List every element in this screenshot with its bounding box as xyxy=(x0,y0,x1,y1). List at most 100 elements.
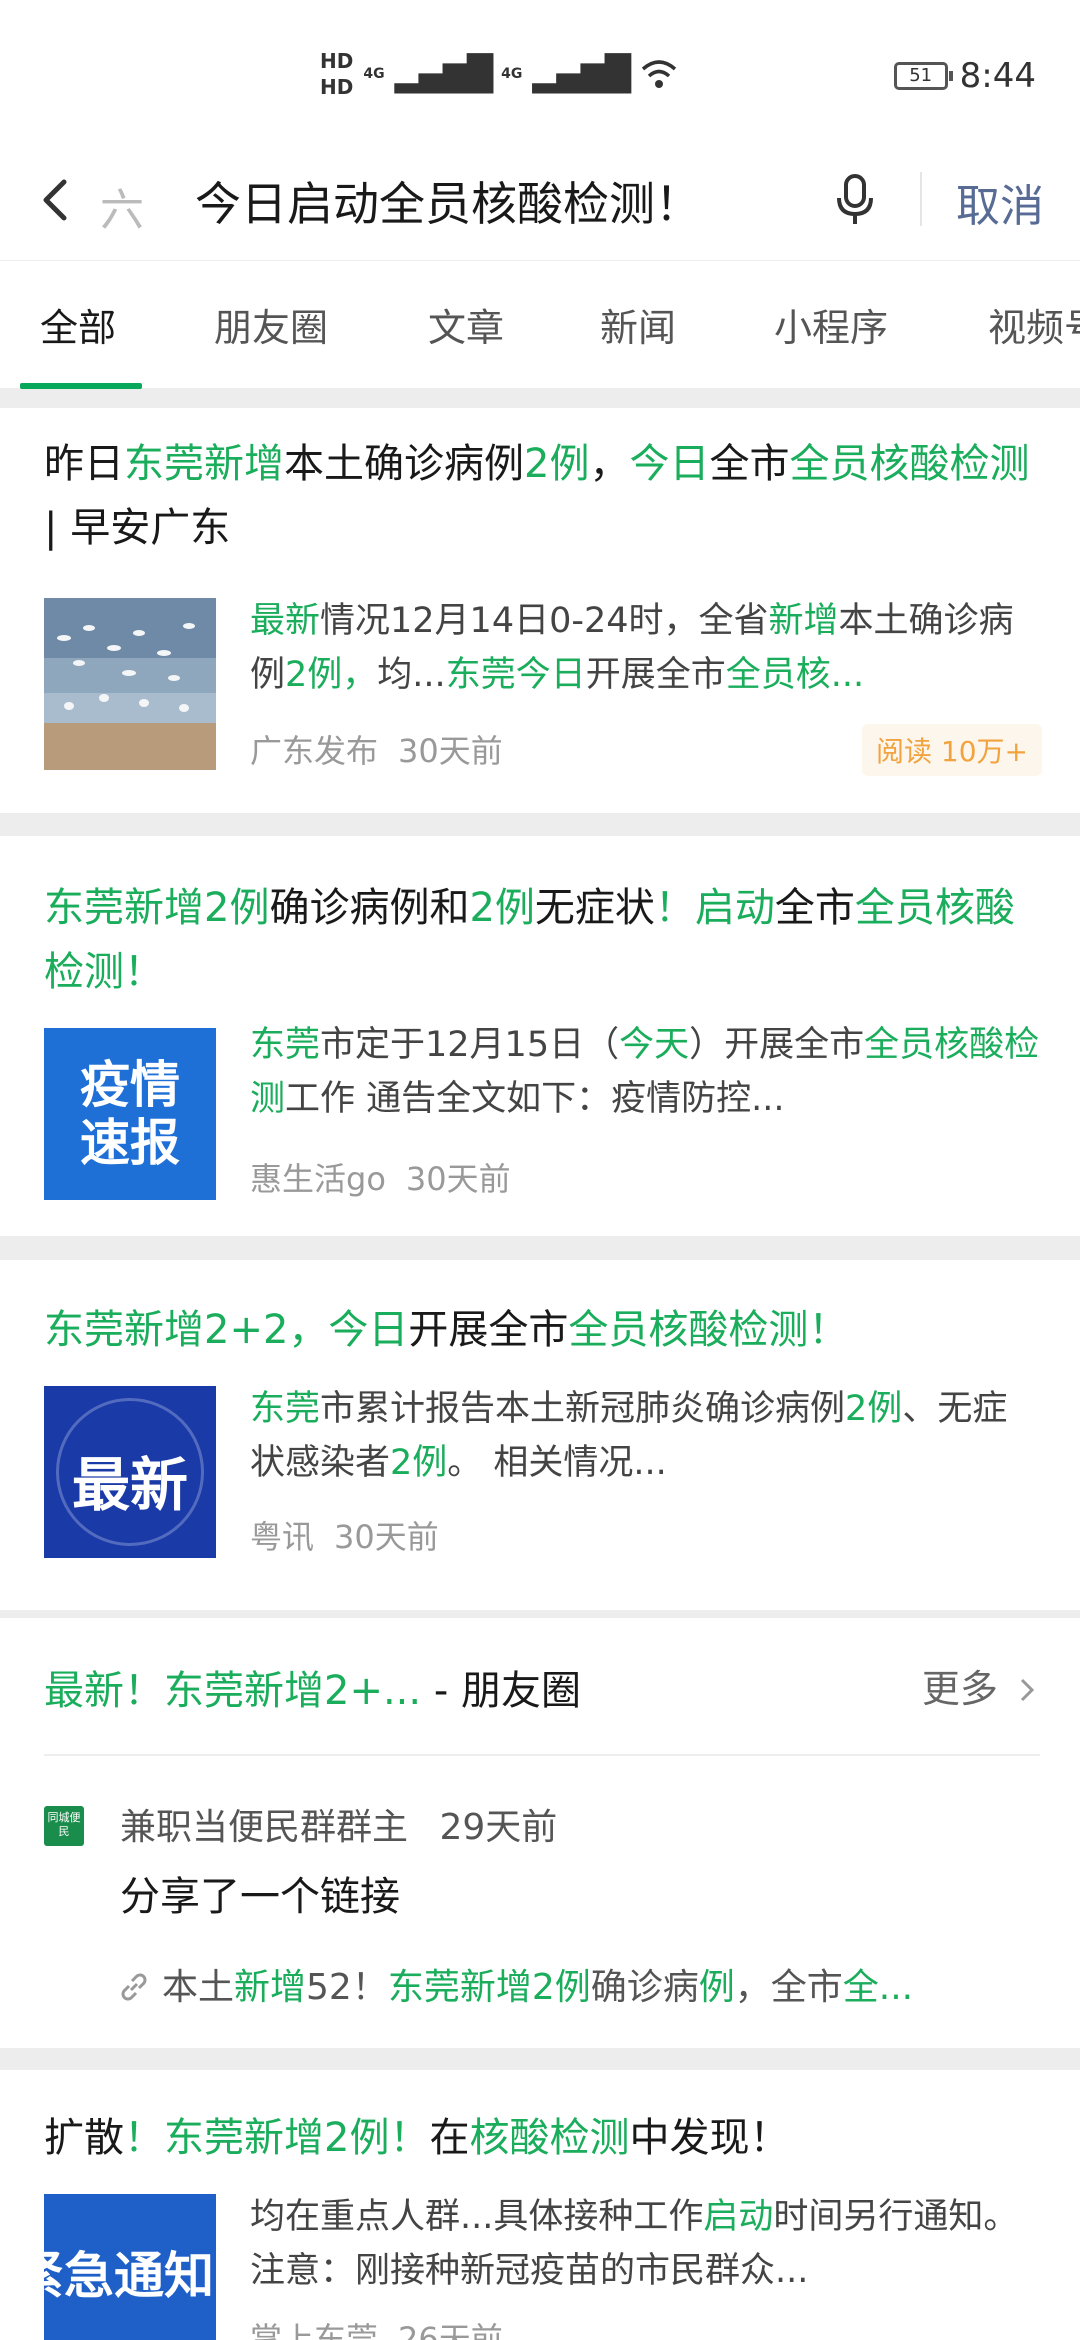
read-count-badge: 阅读 10万+ xyxy=(862,724,1042,776)
avatar[interactable]: 同城便民 xyxy=(44,1806,84,1846)
snippet-part: 情况12月14日0-24时，全省 xyxy=(320,601,769,641)
moments-header-suffix: - 朋友圈 xyxy=(421,1668,581,1714)
ai-search-icon: 六 xyxy=(100,185,144,236)
link-highlight: 全... xyxy=(842,1967,914,2008)
title-part: ， xyxy=(589,441,630,487)
link-part: ，全市 xyxy=(734,1967,843,2008)
tab-channels[interactable]: 视频号 xyxy=(988,297,1080,352)
result-thumbnail-notice: 紧急通知 xyxy=(44,2194,216,2340)
moments-action: 分享了一个链接 xyxy=(120,1874,400,1920)
cancel-button[interactable]: 取消 xyxy=(956,170,1044,234)
result-source[interactable]: 惠生活go xyxy=(250,1160,386,1198)
result-title[interactable]: 昨日东莞新增本土确诊病例2例，今日全市全员核酸检测 | 早安广东 xyxy=(44,432,1044,560)
tab-articles[interactable]: 文章 xyxy=(428,297,504,352)
snippet-part: ）开展全市 xyxy=(689,1025,865,1065)
moments-time: 29天前 xyxy=(439,1807,558,1848)
snippet-part: 工作 通告全文如下：疫情防控... xyxy=(285,1079,785,1119)
link-highlight: 东莞新增2例 xyxy=(387,1967,591,2008)
snippet-part: 开展全市 xyxy=(585,655,726,695)
hd-indicators: HD HD xyxy=(320,48,353,100)
result-meta: 粤讯 30天前 xyxy=(250,1512,439,1558)
result-meta: 掌上东莞 26天前 xyxy=(250,2314,503,2340)
wifi-icon xyxy=(641,60,677,88)
title-highlight: 核酸检测 xyxy=(469,2115,630,2161)
status-bar: HD HD 4G ▂▄▆█ 4G ▂▄▆█ 51 8:44 xyxy=(0,0,1080,150)
microphone-icon[interactable] xyxy=(830,170,880,230)
snippet-highlight: 东莞 xyxy=(250,1025,321,1065)
result-title[interactable]: 扩散！东莞新增2例！在核酸检测中发现！ xyxy=(44,2106,1044,2170)
snippet-part: 市累计报告本土新冠肺炎确诊病例 xyxy=(320,1389,846,1429)
more-label: 更多 xyxy=(921,1667,998,1711)
title-highlight: 全员核酸检测 xyxy=(789,441,1030,487)
search-result-card[interactable]: 东莞新增2例确诊病例和2例无症状！启动全市全员核酸检测！ 疫情速报 东莞市定于1… xyxy=(0,836,1080,1236)
title-highlight: ！启动 xyxy=(654,885,775,931)
title-highlight: 全员核酸检测！ xyxy=(568,1307,849,1353)
result-time: 30天前 xyxy=(405,1160,511,1198)
result-source[interactable]: 粤讯 xyxy=(250,1518,314,1556)
link-part: 52！ xyxy=(306,1967,388,2008)
snippet-highlight: 2例， xyxy=(285,655,378,695)
title-highlight: 东莞新增2+2，今日 xyxy=(44,1307,409,1353)
moments-user[interactable]: 兼职当便民群群主 29天前 xyxy=(120,1798,557,1850)
result-thumbnail-epidemic-report: 疫情速报 xyxy=(44,1028,216,1200)
divider xyxy=(920,172,922,226)
net2-label: 4G xyxy=(501,66,523,82)
search-result-card[interactable]: 东莞新增2+2，今日开展全市全员核酸检测！ 最新 东莞市累计报告本土新冠肺炎确诊… xyxy=(0,1260,1080,1610)
link-icon xyxy=(121,1973,147,2001)
snippet-highlight: 全员核... xyxy=(725,655,865,695)
search-result-card[interactable]: 昨日东莞新增本土确诊病例2例，今日全市全员核酸检测 | 早安广东 最新情况12月… xyxy=(0,408,1080,813)
snippet-highlight: 启动 xyxy=(703,2197,774,2237)
result-meta: 广东发布 30天前 xyxy=(250,726,503,772)
tab-all[interactable]: 全部 xyxy=(40,297,116,352)
title-part: | 早安广东 xyxy=(44,505,231,551)
title-part: 本土确诊病例 xyxy=(284,441,524,487)
result-source[interactable]: 广东发布 xyxy=(250,732,378,770)
result-title[interactable]: 东莞新增2+2，今日开展全市全员核酸检测！ xyxy=(44,1298,1044,1362)
link-highlight: 例 xyxy=(698,1967,735,2008)
link-part: 本土 xyxy=(162,1967,235,2008)
result-time: 30天前 xyxy=(334,1518,439,1556)
filter-tabs: 全部 朋友圈 文章 新闻 小程序 视频号 xyxy=(0,260,1080,389)
back-arrow-icon[interactable] xyxy=(30,170,80,230)
thumbnail-text: 最新 xyxy=(71,1451,188,1519)
snippet-highlight: 新增 xyxy=(768,601,839,641)
divider xyxy=(44,1754,1040,1756)
result-meta: 惠生活go 30天前 xyxy=(250,1154,511,1200)
search-input[interactable]: 今日启动全员核酸检测！ xyxy=(195,168,775,234)
title-part: 开展全市 xyxy=(408,1307,569,1353)
shared-link[interactable]: 本土新增52！东莞新增2例确诊病例，全市全... xyxy=(116,1958,1016,2010)
snippet-highlight: 2例 xyxy=(390,1443,448,1483)
result-source[interactable]: 掌上东莞 xyxy=(250,2320,378,2340)
moments-username: 兼职当便民群群主 xyxy=(120,1807,409,1848)
title-part: 确诊病例和 xyxy=(269,885,470,931)
network-indicators: HD HD 4G ▂▄▆█ 4G ▂▄▆█ xyxy=(320,48,679,100)
title-part: 全市 xyxy=(774,885,855,931)
signal-icon: ▂▄▆█ xyxy=(394,54,494,94)
snippet-part: 均在重点人群...具体接种工作 xyxy=(250,2197,704,2237)
title-highlight: 2例 xyxy=(524,441,590,487)
tab-mini-programs[interactable]: 小程序 xyxy=(774,297,888,352)
title-part: 昨日 xyxy=(44,441,124,487)
snippet-highlight: 2例 xyxy=(845,1389,903,1429)
status-right: 51 8:44 xyxy=(893,56,1036,96)
title-highlight: 今日 xyxy=(629,441,710,487)
snippet-highlight: 最新 xyxy=(250,601,321,641)
more-button[interactable]: 更多 xyxy=(922,1658,1040,1713)
result-thumbnail-birds xyxy=(44,598,216,770)
tab-moments[interactable]: 朋友圈 xyxy=(214,297,328,352)
title-highlight: 2例 xyxy=(469,885,535,931)
link-part: 确诊病 xyxy=(590,1967,699,2008)
search-result-card[interactable]: 扩散！东莞新增2例！在核酸检测中发现！ 紧急通知 均在重点人群...具体接种工作… xyxy=(0,2070,1080,2340)
result-snippet: 东莞市定于12月15日（今天）开展全市全员核酸检测工作 通告全文如下：疫情防控.… xyxy=(250,1018,1040,1126)
result-title[interactable]: 东莞新增2例确诊病例和2例无症状！启动全市全员核酸检测！ xyxy=(44,876,1044,1004)
result-thumbnail-latest: 最新 xyxy=(44,1386,216,1558)
chevron-right-icon xyxy=(1020,1678,1035,1702)
moments-section: 最新！东莞新增2+... - 朋友圈 更多 同城便民 兼职当便民群群主 29天前… xyxy=(0,1618,1080,2048)
result-time: 30天前 xyxy=(398,732,503,770)
snippet-highlight: 东莞 xyxy=(250,1389,321,1429)
thumbnail-text: 紧急通知 xyxy=(44,2247,214,2305)
moments-header[interactable]: 最新！东莞新增2+... - 朋友圈 xyxy=(44,1658,581,1716)
moments-header-highlight: 最新！东莞新增2+... xyxy=(44,1668,422,1714)
snippet-part: 市定于12月15日（ xyxy=(320,1025,620,1065)
tab-news[interactable]: 新闻 xyxy=(600,297,676,352)
